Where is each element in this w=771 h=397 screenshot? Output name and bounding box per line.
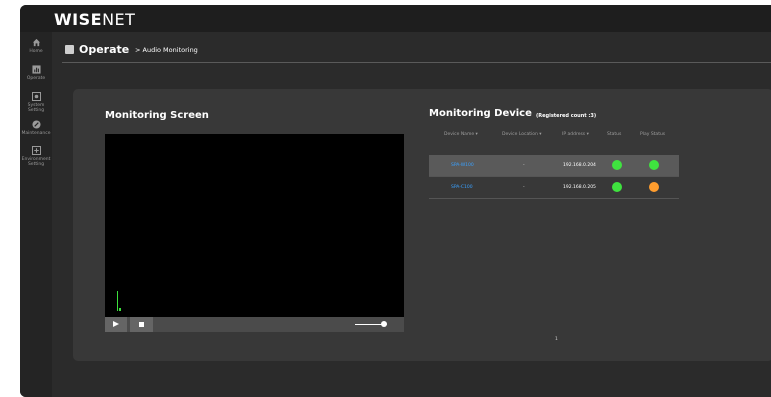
sidebar-item-label: Maintenance <box>21 131 51 136</box>
audio-level-meter-secondary <box>119 308 121 311</box>
column-header-device-location[interactable]: Device Location ▾ <box>502 132 542 137</box>
play-status-indicator <box>649 182 659 192</box>
registered-count: (Registered count :3) <box>536 113 597 119</box>
monitoring-device-title: Monitoring Device <box>429 108 532 119</box>
player-controls <box>105 317 404 332</box>
sidebar-item-label: System Setting <box>27 103 45 113</box>
stop-button[interactable] <box>130 317 153 332</box>
table-row[interactable]: SPA-C100 - 192.168.0.205 <box>429 177 679 199</box>
environment-setting-icon <box>31 146 41 155</box>
play-icon <box>113 321 119 327</box>
volume-knob[interactable] <box>380 321 387 327</box>
page-title: Operate <box>79 43 130 56</box>
header-divider <box>62 62 771 63</box>
ip-address-cell: 192.168.0.204 <box>563 163 596 168</box>
system-setting-icon <box>31 92 41 101</box>
audio-level-meter <box>117 291 118 311</box>
video-area <box>105 134 404 327</box>
sidebar-item-system-setting[interactable]: System Setting <box>20 92 52 113</box>
sidebar-item-label: Environment Setting <box>21 157 51 167</box>
play-button[interactable] <box>105 317 127 332</box>
status-indicator <box>612 160 622 170</box>
maintenance-icon <box>31 120 41 129</box>
device-name-cell[interactable]: SPA-W100 <box>451 163 474 168</box>
sidebar-item-maintenance[interactable]: Maintenance <box>20 120 52 136</box>
device-name-cell[interactable]: SPA-C100 <box>451 185 473 190</box>
sidebar-item-environment-setting[interactable]: Environment Setting <box>20 146 52 167</box>
device-location-cell: - <box>523 163 525 168</box>
ip-address-cell: 192.168.0.205 <box>563 185 596 190</box>
sidebar-item-home[interactable]: Home <box>20 38 52 54</box>
sidebar: Home Operate System Setting Maintenance … <box>20 32 52 397</box>
stop-icon <box>139 322 144 327</box>
volume-fill <box>355 324 384 325</box>
sidebar-item-label: Operate <box>26 76 46 81</box>
column-header-device-name[interactable]: Device Name ▾ <box>444 132 478 137</box>
app-window: WISENET Home Operate System Setting Main… <box>20 5 771 397</box>
logo: WISENET <box>54 10 136 29</box>
sidebar-item-operate[interactable]: Operate <box>20 65 52 81</box>
breadcrumb: > Audio Monitoring <box>135 46 198 54</box>
device-location-cell: - <box>523 185 525 190</box>
column-header-ip-address[interactable]: IP address ▾ <box>562 132 589 137</box>
operate-icon <box>65 45 74 54</box>
page-header: Operate > Audio Monitoring <box>52 32 771 63</box>
content-panel: Monitoring Screen Monitoring Device (Reg… <box>73 89 771 361</box>
top-bar: WISENET <box>20 5 771 32</box>
home-icon <box>32 38 40 47</box>
table-row[interactable]: SPA-W100 - 192.168.0.204 <box>429 155 679 177</box>
sidebar-item-label: Home <box>29 49 43 54</box>
play-status-indicator <box>649 160 659 170</box>
operate-icon <box>31 65 41 74</box>
page-number[interactable]: 1 <box>555 337 558 342</box>
column-header-play-status: Play Status <box>640 132 666 137</box>
column-header-status: Status <box>607 132 622 137</box>
monitoring-screen-title: Monitoring Screen <box>105 110 209 121</box>
status-indicator <box>612 182 622 192</box>
